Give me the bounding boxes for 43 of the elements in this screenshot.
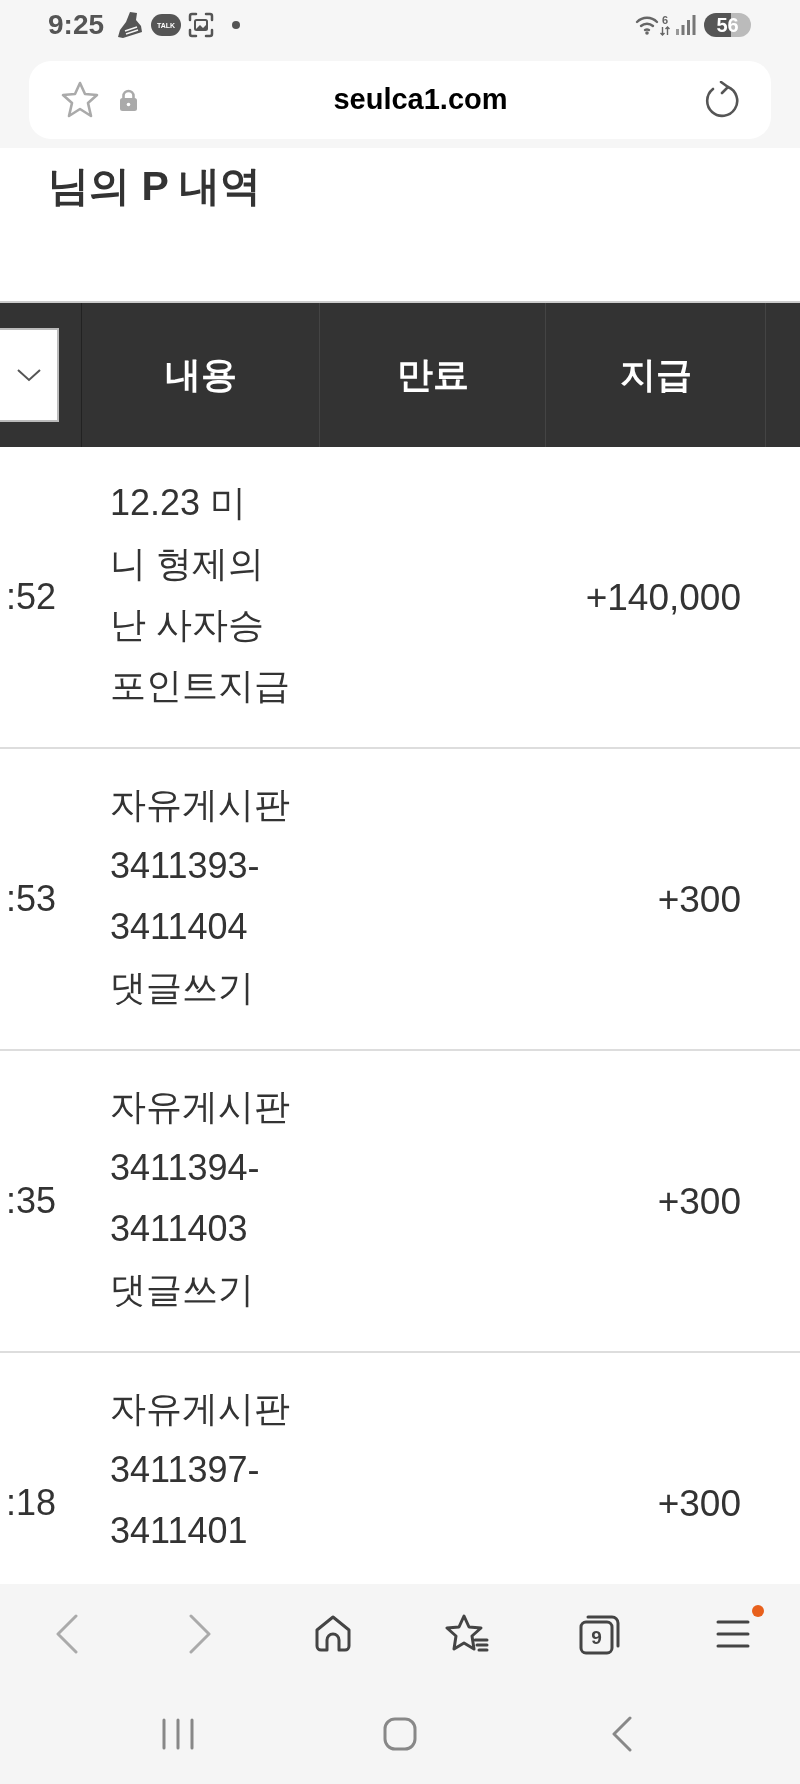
shoe-icon	[117, 11, 144, 39]
rounded-square-icon	[383, 1717, 417, 1751]
url-text: seulca1.com	[333, 82, 508, 118]
point-amount-text: +140,000	[585, 578, 741, 616]
point-description-text: 자유게시판 3411394- 3411403 댓글쓰기	[110, 1085, 291, 1312]
row-time-text: :18	[5, 1485, 56, 1521]
system-back-button[interactable]	[611, 1716, 633, 1752]
row-time-text: :35	[5, 1183, 56, 1219]
address-bar[interactable]: seulca1.com	[29, 61, 771, 139]
point-description-text: 12.23 미 니 형제의 난 사자승 포인트지급	[110, 481, 291, 708]
chevron-left-icon	[611, 1716, 633, 1752]
recent-apps-button[interactable]	[161, 1718, 195, 1750]
column-heading: 만료	[396, 357, 469, 393]
chevron-left-icon	[54, 1614, 79, 1654]
chevron-right-icon	[188, 1614, 212, 1654]
point-description-text: 자유게시판 3411397- 3411401	[110, 1387, 291, 1553]
point-amount-text: +300	[657, 1484, 741, 1522]
filter-select[interactable]	[0, 328, 59, 422]
lock-icon	[119, 88, 138, 112]
point-amount-text: +300	[657, 1182, 741, 1220]
star-icon[interactable]	[60, 81, 100, 119]
three-bars-icon	[161, 1718, 195, 1750]
signal-bars-icon	[676, 15, 696, 35]
tabs-button[interactable]: 9	[579, 1613, 621, 1655]
clock-time: 9:25	[48, 11, 105, 39]
up-down-arrows-icon	[660, 25, 670, 36]
row-time-text: :53	[5, 881, 56, 917]
menu-icon	[716, 1619, 751, 1649]
column-heading: 지급	[619, 357, 692, 393]
star-list-icon	[444, 1614, 489, 1654]
system-home-button[interactable]	[383, 1717, 417, 1751]
reload-icon[interactable]	[703, 81, 739, 119]
column-heading: 내용	[164, 357, 237, 393]
image-frame-icon	[188, 12, 215, 38]
page-title: 님의 P 내역	[48, 162, 263, 210]
wifi-standard-label: 6	[661, 14, 669, 26]
point-amount-text: +300	[657, 880, 741, 918]
home-icon	[314, 1615, 353, 1653]
row-time-text: :52	[5, 579, 56, 615]
point-description-text: 자유게시판 3411393- 3411404 댓글쓰기	[110, 783, 291, 1010]
stacked-squares-icon	[579, 1613, 621, 1655]
wifi-icon	[635, 15, 659, 35]
chevron-down-icon	[15, 368, 42, 382]
